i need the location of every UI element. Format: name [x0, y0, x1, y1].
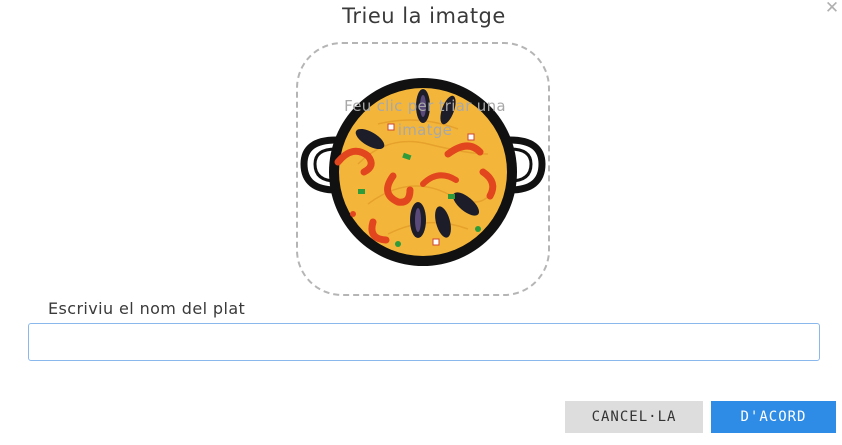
dish-name-label: Escriviu el nom del plat [48, 299, 246, 318]
image-picker[interactable]: Feu clic per triar una imatge [296, 42, 550, 296]
choose-image-dialog: Trieu la imatge ✕ Feu clic per triar una… [0, 0, 842, 445]
dish-name-input[interactable] [28, 323, 820, 361]
cancel-button[interactable]: CANCEL·LA [565, 401, 703, 433]
close-icon[interactable]: ✕ [824, 0, 840, 17]
dialog-title: Trieu la imatge [342, 4, 506, 28]
image-picker-hint: Feu clic per triar una imatge [344, 97, 506, 139]
ok-button[interactable]: D'ACORD [711, 401, 836, 433]
paella-pan-image [300, 78, 546, 266]
